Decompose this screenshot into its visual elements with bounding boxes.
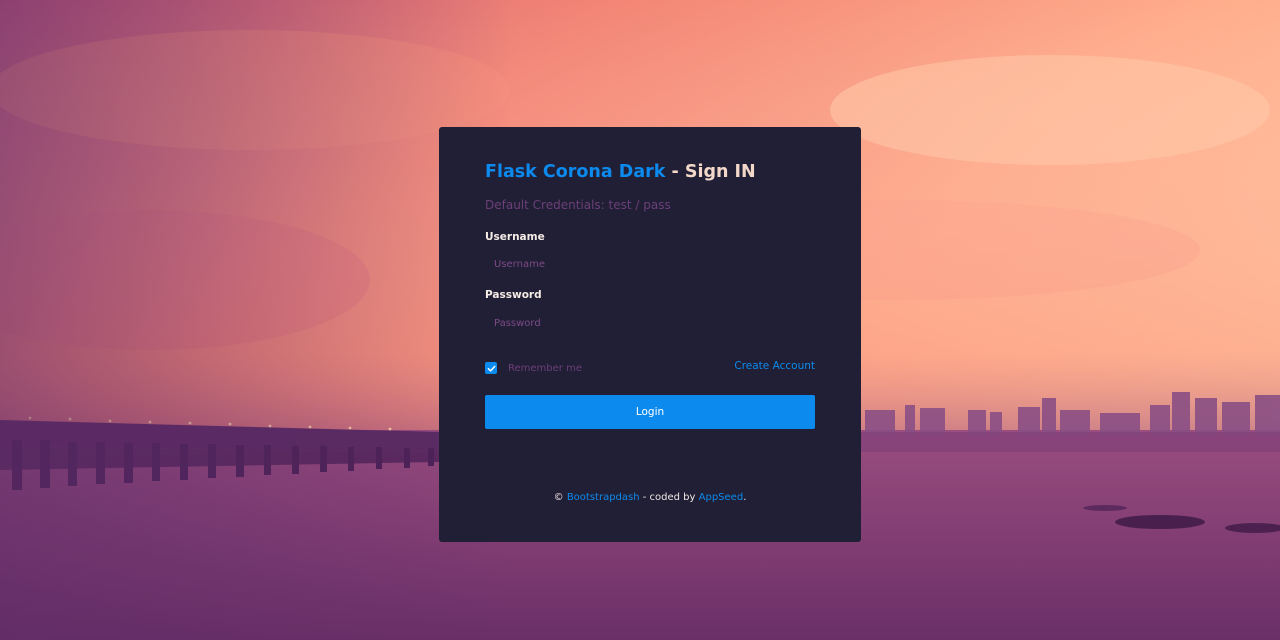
appseed-link[interactable]: AppSeed: [699, 492, 744, 503]
remember-checkbox[interactable]: [485, 362, 497, 374]
title-sign-in: - Sign IN: [665, 162, 756, 182]
login-card: Flask Corona Dark - Sign IN Default Cred…: [439, 127, 861, 542]
footer: © Bootstrapdash - coded by AppSeed.: [439, 492, 861, 503]
login-title: Flask Corona Dark - Sign IN: [485, 162, 756, 182]
remember-me-label: Remember me: [508, 362, 582, 374]
username-input[interactable]: [485, 251, 815, 277]
copyright-symbol: ©: [553, 492, 564, 503]
create-account-link[interactable]: Create Account: [734, 360, 815, 372]
password-input[interactable]: [485, 310, 815, 336]
checkmark-icon: [487, 365, 495, 372]
username-label: Username: [485, 231, 545, 243]
password-label: Password: [485, 289, 542, 301]
title-brand: Flask Corona Dark: [485, 162, 666, 182]
login-button[interactable]: Login: [485, 395, 815, 429]
default-credentials-text: Default Credentials: test / pass: [485, 198, 671, 212]
footer-period: .: [743, 492, 747, 503]
bootstrapdash-link[interactable]: Bootstrapdash: [567, 492, 640, 503]
footer-coded-by: - coded by: [639, 492, 699, 503]
remember-me[interactable]: Remember me: [485, 362, 582, 374]
